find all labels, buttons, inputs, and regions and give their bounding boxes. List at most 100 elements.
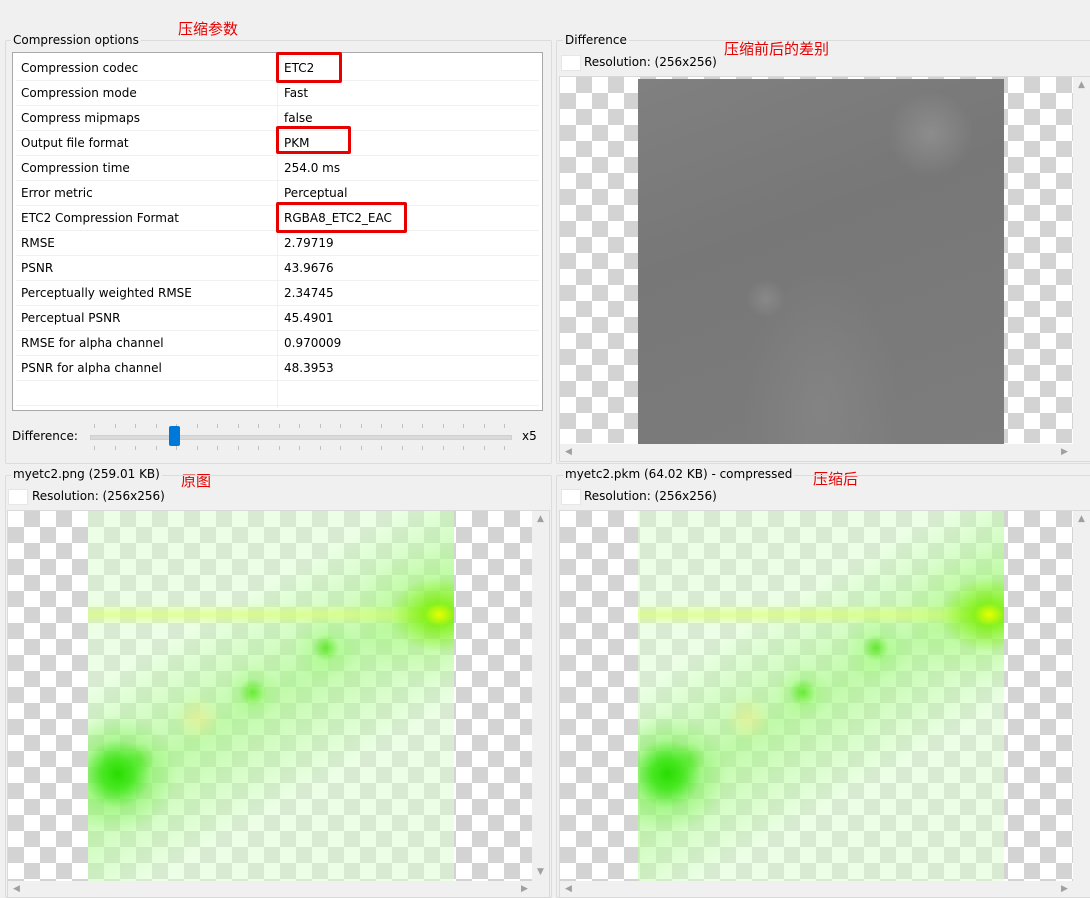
property-row[interactable]: Compression mode Fast	[16, 80, 539, 106]
highlight-etc2-format	[276, 202, 407, 233]
compressed-hscroll[interactable]: ◀ ▶	[560, 881, 1090, 897]
property-row[interactable]: PSNR 43.9676	[16, 255, 539, 281]
property-value: false	[284, 111, 313, 125]
property-row[interactable]: RMSE for alpha channel 0.970009	[16, 330, 539, 356]
slider-tick	[155, 424, 157, 428]
property-key: Output file format	[21, 136, 129, 150]
scroll-left-icon[interactable]: ◀	[8, 881, 25, 897]
property-value: 0.970009	[284, 336, 342, 350]
slider-tick	[114, 424, 116, 428]
property-key: PSNR	[21, 261, 54, 275]
slider-tick	[258, 446, 259, 450]
compressed-image-view[interactable]: ▲ ◀ ▶	[559, 510, 1090, 898]
difference-slider-thumb[interactable]	[169, 426, 180, 446]
slider-tick	[360, 424, 362, 428]
slider-tick	[504, 446, 505, 450]
original-resolution-label: Resolution: (256x256)	[32, 489, 165, 503]
property-value: 43.9676	[284, 261, 334, 275]
slider-tick	[319, 424, 321, 428]
scroll-left-icon[interactable]: ◀	[560, 444, 577, 461]
highlight-codec	[276, 52, 342, 83]
scroll-up-icon[interactable]: ▲	[532, 511, 549, 528]
slider-tick	[217, 446, 218, 450]
property-key: ETC2 Compression Format	[21, 211, 180, 225]
slider-tick	[176, 446, 177, 450]
property-row[interactable]: Compression time 254.0 ms	[16, 155, 539, 181]
original-image-view[interactable]: ▲ ▼ ◀ ▶	[7, 510, 550, 898]
scroll-up-icon[interactable]: ▲	[1073, 511, 1090, 528]
slider-tick	[299, 446, 300, 450]
scroll-left-icon[interactable]: ◀	[560, 881, 577, 897]
slider-tick	[114, 446, 116, 450]
difference-label: Difference:	[12, 429, 78, 443]
property-key: Compress mipmaps	[21, 111, 140, 125]
original-hscroll[interactable]: ◀ ▶	[8, 881, 549, 897]
original-resolution-checkbox[interactable]	[8, 489, 28, 505]
compressed-resolution-checkbox[interactable]	[561, 489, 581, 505]
property-value: 254.0 ms	[284, 161, 341, 175]
difference-view[interactable]: ▲ ◀ ▶	[559, 76, 1090, 462]
slider-tick	[463, 446, 464, 450]
difference-hscroll[interactable]: ◀ ▶	[560, 444, 1090, 461]
compressed-resolution-label: Resolution: (256x256)	[584, 489, 717, 503]
slider-tick	[135, 424, 136, 428]
scroll-down-icon[interactable]: ▼	[532, 864, 549, 881]
slider-tick	[196, 424, 198, 428]
property-value: 2.34745	[284, 286, 334, 300]
compressed-image	[638, 511, 1004, 881]
slider-tick	[422, 424, 423, 428]
property-key: PSNR for alpha channel	[21, 361, 162, 375]
slider-tick	[381, 446, 382, 450]
slider-tick	[483, 424, 485, 428]
slider-tick	[401, 446, 403, 450]
property-row[interactable]: RMSE 2.79719	[16, 230, 539, 256]
slider-tick	[360, 446, 362, 450]
slider-tick	[258, 424, 259, 428]
scroll-right-icon[interactable]: ▶	[1056, 881, 1073, 897]
property-value: 45.4901	[284, 311, 334, 325]
property-key: RMSE for alpha channel	[21, 336, 164, 350]
property-key: Perceptually weighted RMSE	[21, 286, 192, 300]
original-vscroll[interactable]: ▲ ▼	[532, 511, 549, 881]
original-panel-title: myetc2.png (259.01 KB)	[11, 467, 162, 481]
slider-tick	[442, 446, 444, 450]
slider-tick	[340, 446, 341, 450]
difference-resolution-checkbox[interactable]	[561, 55, 581, 71]
slider-tick	[217, 424, 218, 428]
slider-tick	[196, 446, 198, 450]
scroll-up-icon[interactable]: ▲	[1073, 77, 1090, 94]
slider-tick	[442, 424, 444, 428]
property-key: Perceptual PSNR	[21, 311, 121, 325]
slider-tick	[278, 424, 280, 428]
compression-options-title: Compression options	[11, 33, 141, 47]
scroll-right-icon[interactable]: ▶	[516, 881, 533, 897]
slider-tick	[94, 424, 95, 428]
property-value: Fast	[284, 86, 309, 100]
compressed-vscroll[interactable]: ▲	[1073, 511, 1090, 881]
slider-tick	[381, 424, 382, 428]
property-value: 2.79719	[284, 236, 334, 250]
property-value: 48.3953	[284, 361, 334, 375]
original-image	[88, 511, 454, 881]
slider-tick	[237, 446, 239, 450]
slider-tick	[237, 424, 239, 428]
difference-slider-track[interactable]	[90, 435, 512, 440]
difference-resolution-label: Resolution: (256x256)	[584, 55, 717, 69]
annotation-compression-params: 压缩参数	[178, 20, 239, 38]
slider-tick	[299, 424, 300, 428]
slider-tick	[504, 424, 505, 428]
slider-tick	[155, 446, 157, 450]
scroll-right-icon[interactable]: ▶	[1056, 444, 1073, 461]
highlight-file-format	[276, 126, 351, 154]
slider-tick	[463, 424, 464, 428]
property-row[interactable]: PSNR for alpha channel 48.3953	[16, 355, 539, 381]
difference-vscroll[interactable]: ▲	[1073, 77, 1090, 444]
slider-tick	[340, 424, 341, 428]
property-key: Error metric	[21, 186, 93, 200]
property-row[interactable]: Perceptual PSNR 45.4901	[16, 305, 539, 331]
slider-tick	[94, 446, 95, 450]
property-row[interactable]: Perceptually weighted RMSE 2.34745	[16, 280, 539, 306]
difference-panel-title: Difference	[563, 33, 629, 47]
property-key: Compression codec	[21, 61, 139, 75]
slider-tick	[319, 446, 321, 450]
